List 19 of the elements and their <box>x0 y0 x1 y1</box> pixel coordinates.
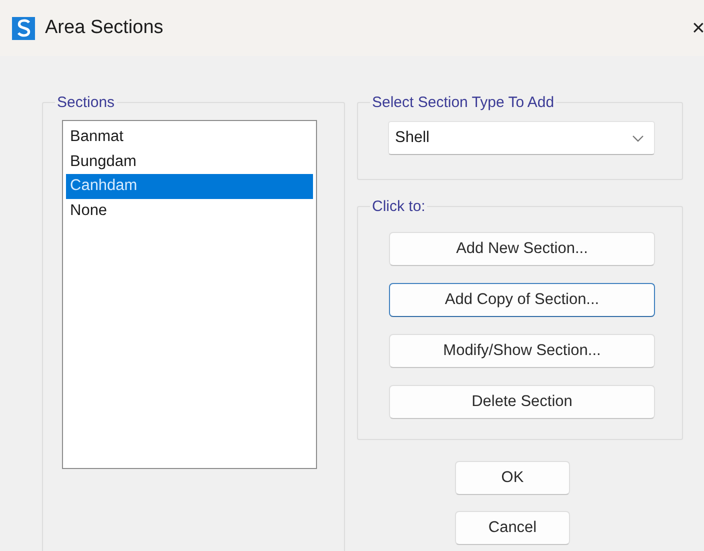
chevron-down-icon <box>632 134 644 142</box>
list-item[interactable]: Canhdam <box>66 174 313 198</box>
dialog-button[interactable]: Cancel <box>455 511 570 545</box>
action-button[interactable]: Delete Section <box>389 385 655 419</box>
action-button[interactable]: Add Copy of Section... <box>389 283 655 317</box>
group-label: Select Section Type To Add <box>371 94 556 111</box>
group-label: Click to: <box>371 198 426 215</box>
dialog-button[interactable]: OK <box>455 461 570 495</box>
app-logo-icon <box>12 16 35 40</box>
group-label: Sections <box>56 94 116 111</box>
list-item[interactable]: Bungdam <box>66 150 313 174</box>
action-button[interactable]: Add New Section... <box>389 232 655 266</box>
section-type-dropdown[interactable]: Shell <box>388 121 655 155</box>
sections-list[interactable]: Banmat Bungdam Canhdam None <box>62 120 317 469</box>
window-title: Area Sections <box>45 17 164 39</box>
list-item[interactable]: Banmat <box>66 125 313 150</box>
action-button[interactable]: Modify/Show Section... <box>389 334 655 368</box>
close-button[interactable]: × <box>692 15 704 41</box>
list-item[interactable]: None <box>66 198 313 223</box>
